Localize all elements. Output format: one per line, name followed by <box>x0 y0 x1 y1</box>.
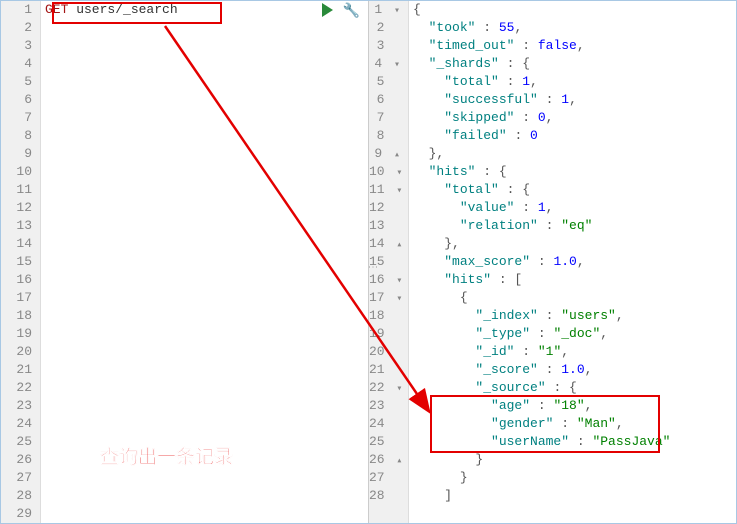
right-code-area[interactable]: { "took" : 55, "timed_out" : false, "_sh… <box>409 1 736 523</box>
wrench-icon[interactable]: 🔧 <box>343 3 360 20</box>
response-panel: ⋮ 1 ▾2 3 4 ▾5 6 7 8 9 ▴10 ▾11 ▾12 13 14 … <box>369 1 736 523</box>
annotation-text: 查询出一条记录 <box>100 442 233 469</box>
run-icon[interactable] <box>322 3 333 17</box>
request-toolbar: 🔧 <box>322 3 360 20</box>
left-gutter: 1234567891011121314151617181920212223242… <box>1 1 41 523</box>
divider-handle[interactable]: ⋮ <box>366 262 377 272</box>
